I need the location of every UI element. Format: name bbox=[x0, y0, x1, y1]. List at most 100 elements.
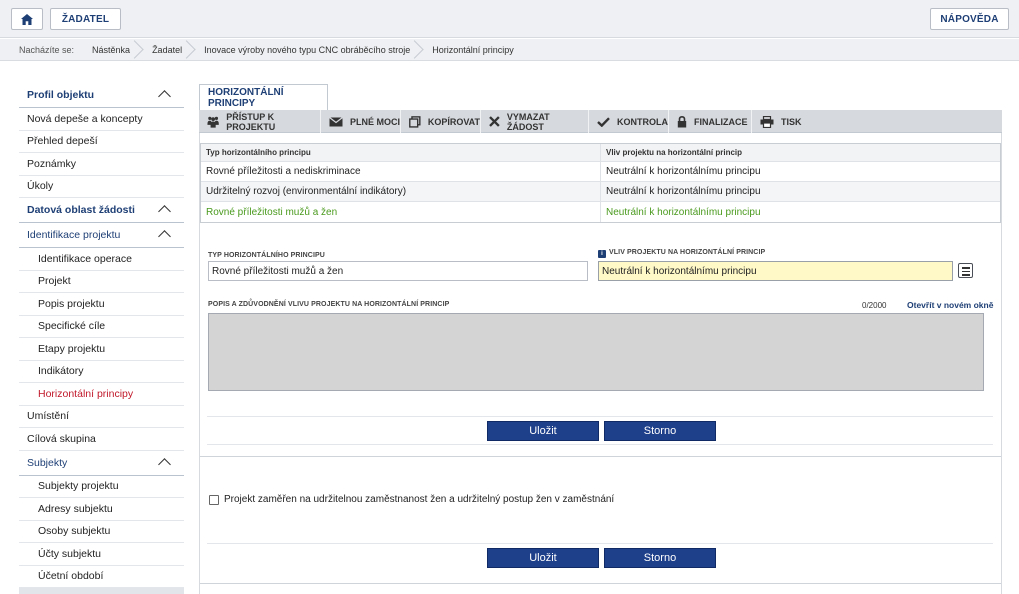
check-icon bbox=[597, 116, 610, 127]
kopirovat-button[interactable]: KOPÍROVAT bbox=[401, 110, 481, 133]
lock-icon bbox=[677, 115, 687, 127]
list-select-icon[interactable] bbox=[958, 263, 973, 278]
sidebar-item-label: Profil objektu bbox=[27, 89, 95, 101]
sidebar-item-adresy-subjektu[interactable]: Adresy subjektu bbox=[19, 498, 184, 521]
zamestnanost-checkbox[interactable] bbox=[209, 494, 219, 505]
toolbar-label: KOPÍROVAT bbox=[427, 116, 480, 127]
table-cell: Rovné příležitosti a nediskriminace bbox=[201, 162, 601, 181]
chevron-up-icon[interactable] bbox=[158, 230, 171, 243]
home-icon bbox=[21, 13, 33, 25]
chevron-up-icon[interactable] bbox=[158, 205, 171, 218]
sidebar-item-projekt[interactable]: Projekt bbox=[19, 271, 184, 293]
vliv-field[interactable]: Neutrální k horizontálnímu principu bbox=[598, 261, 953, 281]
toolbar-label: PŘÍSTUP K PROJEKTU bbox=[226, 111, 276, 132]
cancel-button[interactable]: Storno bbox=[604, 421, 716, 441]
table-row-selected[interactable]: Rovné příležitosti mužů a žen Neutrální … bbox=[201, 202, 1000, 222]
zamestnanost-checkbox-row[interactable]: Projekt zaměřen na udržitelnou zaměstnan… bbox=[209, 494, 614, 505]
sidebar-item-label: Identifikace projektu bbox=[27, 229, 121, 241]
info-icon[interactable]: i bbox=[598, 250, 606, 258]
help-button[interactable]: NÁPOVĚDA bbox=[930, 8, 1009, 30]
sidebar-item-horizontalni-principy[interactable]: Horizontální principy bbox=[19, 383, 184, 406]
breadcrumb-lead: Nacházíte se: bbox=[19, 44, 75, 55]
x-icon bbox=[489, 116, 500, 127]
checkbox-label: Projekt zaměřen na udržitelnou zaměstnan… bbox=[224, 494, 615, 505]
sidebar-section-identifikace[interactable]: Identifikace projektu bbox=[19, 223, 184, 248]
table-cell: Neutrální k horizontálnímu principu bbox=[606, 186, 761, 197]
breadcrumb: Nacházíte se: Nástěnka Žadatel Inovace v… bbox=[0, 39, 1019, 61]
chevron-up-icon[interactable] bbox=[158, 457, 171, 471]
pristup-k-projektu-button[interactable]: PŘÍSTUP K PROJEKTU bbox=[199, 110, 321, 133]
sidebar-item-popis-projektu[interactable]: Popis projektu bbox=[19, 293, 184, 316]
save-button[interactable]: Uložit bbox=[487, 421, 599, 441]
vliv-label-text: VLIV PROJEKTU NA HORIZONTÁLNÍ PRINCIP bbox=[609, 249, 766, 256]
tab-horizontalni-principy[interactable]: HORIZONTÁLNÍ PRINCIPY bbox=[199, 84, 328, 111]
breadcrumb-item-zadatel[interactable]: Žadatel bbox=[144, 39, 196, 61]
table-cell: Neutrální k horizontálnímu principu bbox=[606, 206, 761, 218]
toolbar-label: PLNÉ MOCI bbox=[350, 116, 401, 127]
table-cell: Neutrální k horizontálnímu principu bbox=[606, 166, 761, 177]
divider bbox=[207, 444, 993, 445]
table-header-row: Typ horizontálního principu Vliv projekt… bbox=[201, 144, 1000, 162]
envelope-icon bbox=[329, 116, 343, 126]
popis-textarea[interactable] bbox=[208, 313, 984, 391]
section-divider bbox=[200, 456, 1001, 457]
sidebar-item-osoby-subjektu[interactable]: Osoby subjektu bbox=[19, 521, 184, 543]
sidebar-section-datova-oblast[interactable]: Datová oblast žádosti bbox=[19, 198, 184, 223]
breadcrumb-item-project[interactable]: Inovace výroby nového typu CNC obráběcíh… bbox=[196, 39, 424, 61]
action-toolbar: PŘÍSTUP K PROJEKTU PLNÉ MOCI KOPÍROVAT V… bbox=[199, 110, 1002, 133]
vliv-field-label: i VLIV PROJEKTU NA HORIZONTÁLNÍ PRINCIP bbox=[598, 249, 765, 258]
sidebar-item-label: Subjekty bbox=[27, 456, 68, 469]
breadcrumb-item-current: Horizontální principy bbox=[432, 44, 514, 55]
column-header-vliv[interactable]: Vliv projektu na horizontální princip bbox=[601, 144, 1000, 161]
divider bbox=[207, 416, 993, 417]
typ-field-label: TYP HORIZONTÁLNÍHO PRINCIPU bbox=[208, 252, 325, 259]
plne-moci-button[interactable]: PLNÉ MOCI bbox=[321, 110, 401, 133]
printer-icon bbox=[760, 115, 774, 128]
table-cell: Udržitelný rozvoj (environmentální indik… bbox=[201, 182, 601, 201]
cancel-button-2[interactable]: Storno bbox=[604, 548, 716, 568]
column-header-typ[interactable]: Typ horizontálního principu bbox=[201, 144, 601, 161]
sidebar-item-etapy-projektu[interactable]: Etapy projektu bbox=[19, 338, 184, 361]
kontrola-button[interactable]: KONTROLA bbox=[589, 110, 669, 133]
vymazat-zadost-button[interactable]: VYMAZAT ŽÁDOST bbox=[481, 110, 589, 133]
sidebar-item-subjekty-projektu[interactable]: Subjekty projektu bbox=[19, 476, 184, 498]
people-icon bbox=[207, 116, 219, 128]
toolbar-label: VYMAZAT ŽÁDOST bbox=[506, 111, 550, 132]
copy-icon bbox=[409, 115, 421, 128]
sidebar-item-identifikace-operace[interactable]: Identifikace operace bbox=[19, 248, 184, 271]
sidebar-section-profil[interactable]: Profil objektu bbox=[19, 83, 184, 108]
sidebar-item-umisteni[interactable]: Umístění bbox=[19, 406, 184, 428]
section-divider bbox=[200, 583, 1001, 584]
finalizace-button[interactable]: FINALIZACE bbox=[669, 110, 752, 133]
save-button-2[interactable]: Uložit bbox=[487, 548, 599, 568]
home-button[interactable] bbox=[11, 8, 43, 30]
typ-field[interactable]: Rovné příležitosti mužů a žen bbox=[208, 261, 588, 281]
sidebar-item-prehled-depesi[interactable]: Přehled depeší bbox=[19, 131, 184, 153]
zadatel-button[interactable]: ŽADATEL bbox=[50, 8, 121, 30]
toolbar-label: KONTROLA bbox=[617, 116, 668, 127]
principles-table: Typ horizontálního principu Vliv projekt… bbox=[200, 143, 1001, 223]
top-bar: ŽADATEL NÁPOVĚDA bbox=[0, 0, 1019, 38]
breadcrumb-item-nastenka[interactable]: Nástěnka bbox=[84, 39, 144, 61]
table-row[interactable]: Rovné příležitosti a nediskriminace Neut… bbox=[201, 162, 1000, 182]
sidebar: Profil objektu Nová depeše a koncepty Př… bbox=[19, 83, 184, 594]
table-row[interactable]: Udržitelný rozvoj (environmentální indik… bbox=[201, 182, 1000, 202]
open-in-new-window-link[interactable]: Otevřít v novém okně bbox=[907, 300, 993, 310]
sidebar-item-ucty-subjektu[interactable]: Účty subjektu bbox=[19, 543, 184, 566]
sidebar-scroll-edge bbox=[19, 588, 184, 594]
toolbar-label: TISK bbox=[781, 116, 802, 127]
sidebar-section-subjekty[interactable]: Subjekty bbox=[19, 451, 184, 476]
char-counter: 0/2000 bbox=[862, 301, 887, 310]
toolbar-label: FINALIZACE bbox=[694, 116, 748, 127]
sidebar-item-indikatory[interactable]: Indikátory bbox=[19, 361, 184, 383]
chevron-up-icon[interactable] bbox=[158, 90, 171, 103]
tisk-button[interactable]: TISK bbox=[752, 110, 812, 133]
sidebar-item-nova-depese[interactable]: Nová depeše a koncepty bbox=[19, 108, 184, 131]
table-cell: Rovné příležitosti mužů a žen bbox=[201, 202, 601, 222]
sidebar-item-poznamky[interactable]: Poznámky bbox=[19, 153, 184, 176]
sidebar-item-cilova-skupina[interactable]: Cílová skupina bbox=[19, 428, 184, 451]
sidebar-item-specificke-cile[interactable]: Specifické cíle bbox=[19, 316, 184, 338]
sidebar-item-ukoly[interactable]: Úkoly bbox=[19, 176, 184, 198]
sidebar-item-ucetni-obdobi[interactable]: Účetní období bbox=[19, 566, 184, 588]
divider bbox=[207, 543, 993, 544]
